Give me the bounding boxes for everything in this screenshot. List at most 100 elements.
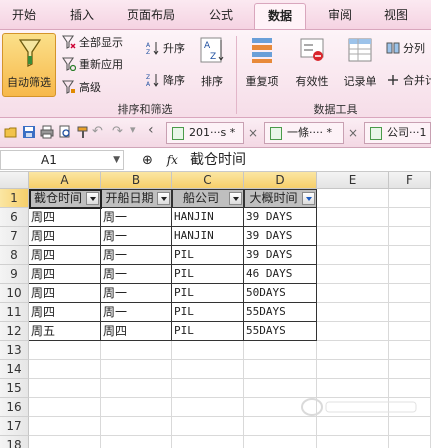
tab-home[interactable]: 开始 — [2, 3, 46, 29]
tab-data[interactable]: 数据 — [254, 3, 306, 29]
cell-a11[interactable]: 周四 — [29, 303, 101, 322]
advanced-filter-button[interactable]: 高级 — [62, 79, 101, 97]
cell-e6[interactable] — [317, 208, 389, 227]
cell-f13[interactable] — [389, 341, 431, 360]
row-header-16[interactable]: 16 — [0, 398, 29, 417]
tab-page-layout[interactable]: 页面布局 — [118, 3, 184, 29]
print-preview-icon[interactable] — [58, 125, 72, 139]
cell-a8[interactable]: 周四 — [29, 246, 101, 265]
cell-b14[interactable] — [101, 360, 172, 379]
more-dropdown-icon[interactable]: ▾ — [130, 123, 136, 136]
select-all-corner[interactable] — [0, 172, 29, 189]
formula-input[interactable]: 截仓时间 — [190, 149, 246, 171]
cell-a9[interactable]: 周四 — [29, 265, 101, 284]
cell-f14[interactable] — [389, 360, 431, 379]
split-column-button[interactable]: 分列 — [386, 40, 425, 58]
document-tab-2-close-icon[interactable]: × — [348, 126, 358, 140]
cell-c7[interactable]: HANJIN — [172, 227, 244, 246]
cell-c14[interactable] — [172, 360, 244, 379]
cell-b13[interactable] — [101, 341, 172, 360]
name-box[interactable]: A1 ▼ — [0, 150, 124, 170]
row-header-14[interactable]: 14 — [0, 360, 29, 379]
cell-a13[interactable] — [29, 341, 101, 360]
undo-icon[interactable]: ↶ — [92, 124, 103, 139]
document-tab-1[interactable]: 201···s * — [166, 122, 244, 144]
cell-b16[interactable] — [101, 398, 172, 417]
cell-c18[interactable] — [172, 436, 244, 448]
cell-f17[interactable] — [389, 417, 431, 436]
row-header-1[interactable]: 1 — [0, 189, 29, 208]
validity-button[interactable]: 有效性 — [290, 36, 334, 92]
column-header-c[interactable]: C — [172, 172, 244, 189]
sort-descending-button[interactable]: Z A 降序 — [146, 72, 185, 90]
duplicates-button[interactable]: 重复项 — [242, 36, 282, 92]
reapply-button[interactable]: 重新应用 — [62, 56, 123, 74]
cell-e1[interactable] — [317, 189, 389, 208]
cell-d6[interactable]: 39 DAYS — [244, 208, 317, 227]
cell-a10[interactable]: 周四 — [29, 284, 101, 303]
row-header-15[interactable]: 15 — [0, 379, 29, 398]
cell-b6[interactable]: 周一 — [101, 208, 172, 227]
cell-c17[interactable] — [172, 417, 244, 436]
cell-a18[interactable] — [29, 436, 101, 448]
cell-c12[interactable]: PIL — [172, 322, 244, 341]
zoom-search-icon[interactable]: ⊕ — [142, 153, 153, 168]
document-tab-2[interactable]: 一條···· * — [264, 122, 344, 144]
column-header-e[interactable]: E — [317, 172, 389, 189]
cell-c10[interactable]: PIL — [172, 284, 244, 303]
cell-a6[interactable]: 周四 — [29, 208, 101, 227]
cell-a17[interactable] — [29, 417, 101, 436]
cell-a14[interactable] — [29, 360, 101, 379]
cell-c13[interactable] — [172, 341, 244, 360]
cell-e14[interactable] — [317, 360, 389, 379]
cell-a15[interactable] — [29, 379, 101, 398]
cell-d13[interactable] — [244, 341, 317, 360]
cell-e17[interactable] — [317, 417, 389, 436]
cell-d10[interactable]: 50DAYS — [244, 284, 317, 303]
column-header-a[interactable]: A — [29, 172, 101, 189]
row-header-6[interactable]: 6 — [0, 208, 29, 227]
cell-a16[interactable] — [29, 398, 101, 417]
cell-b17[interactable] — [101, 417, 172, 436]
cell-d7[interactable]: 39 DAYS — [244, 227, 317, 246]
tab-view[interactable]: 视图 — [374, 3, 418, 29]
cell-f8[interactable] — [389, 246, 431, 265]
cell-d8[interactable]: 39 DAYS — [244, 246, 317, 265]
row-header-13[interactable]: 13 — [0, 341, 29, 360]
cell-c15[interactable] — [172, 379, 244, 398]
cell-e13[interactable] — [317, 341, 389, 360]
cell-e18[interactable] — [317, 436, 389, 448]
name-box-dropdown-icon[interactable]: ▼ — [113, 151, 120, 169]
cell-a12[interactable]: 周五 — [29, 322, 101, 341]
row-header-10[interactable]: 10 — [0, 284, 29, 303]
row-header-11[interactable]: 11 — [0, 303, 29, 322]
cell-b9[interactable]: 周一 — [101, 265, 172, 284]
cell-c6[interactable]: HANJIN — [172, 208, 244, 227]
filter-dropdown-b[interactable] — [157, 192, 170, 205]
sort-button[interactable]: AZ 排序 — [192, 36, 232, 92]
row-header-7[interactable]: 7 — [0, 227, 29, 246]
cell-f9[interactable] — [389, 265, 431, 284]
format-painter-icon[interactable] — [76, 125, 90, 139]
cell-e9[interactable] — [317, 265, 389, 284]
cell-b11[interactable]: 周一 — [101, 303, 172, 322]
cell-b18[interactable] — [101, 436, 172, 448]
row-header-17[interactable]: 17 — [0, 417, 29, 436]
cell-c16[interactable] — [172, 398, 244, 417]
sort-ascending-button[interactable]: A Z 升序 — [146, 40, 185, 58]
record-list-button[interactable]: 记录单 — [338, 36, 382, 92]
filter-dropdown-d-active[interactable] — [302, 192, 315, 205]
tabs-scroll-left-icon[interactable]: ‹ — [148, 122, 154, 138]
cell-e8[interactable] — [317, 246, 389, 265]
document-tab-3[interactable]: 公司···1 — [364, 122, 431, 144]
print-icon[interactable] — [40, 125, 54, 139]
cell-f11[interactable] — [389, 303, 431, 322]
cell-c9[interactable]: PIL — [172, 265, 244, 284]
save-icon[interactable] — [22, 125, 36, 139]
cell-f10[interactable] — [389, 284, 431, 303]
cell-b15[interactable] — [101, 379, 172, 398]
open-folder-icon[interactable] — [4, 125, 18, 139]
insert-function-icon[interactable]: fx — [167, 153, 178, 167]
row-header-8[interactable]: 8 — [0, 246, 29, 265]
tab-formulas[interactable]: 公式 — [196, 3, 246, 29]
